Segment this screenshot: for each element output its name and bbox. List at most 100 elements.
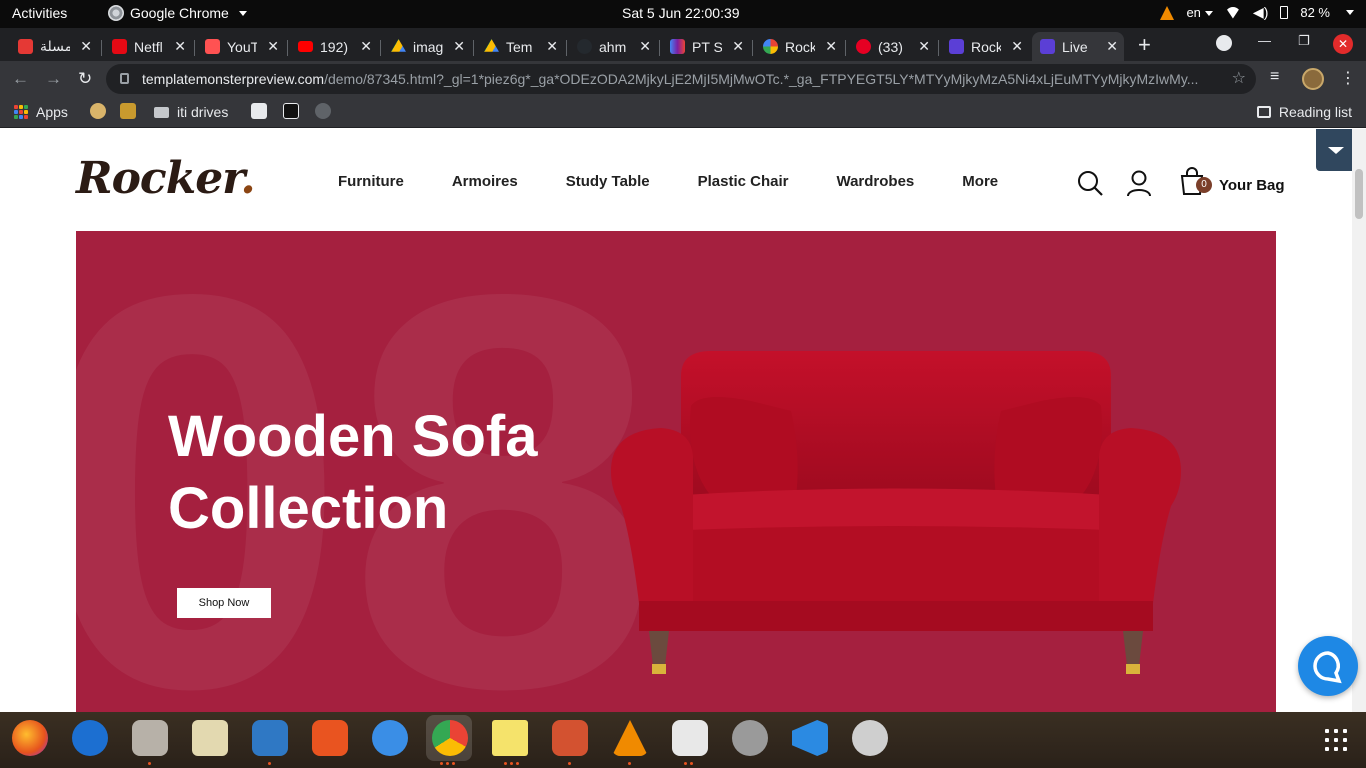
address-bar[interactable]: templatemonsterpreview.com/demo/87345.ht… bbox=[106, 64, 1256, 94]
nav-item-armoires[interactable]: Armoires bbox=[452, 173, 518, 190]
bookmark-icon[interactable] bbox=[120, 103, 136, 119]
browser-tab[interactable]: imag ✕ bbox=[383, 32, 471, 61]
system-tray[interactable]: en ◀) 82 % bbox=[1160, 4, 1354, 21]
codepen-icon[interactable] bbox=[251, 103, 267, 119]
minimize-button[interactable]: — bbox=[1258, 33, 1271, 48]
nav-item-furniture[interactable]: Furniture bbox=[338, 173, 404, 190]
disc-icon[interactable] bbox=[852, 720, 888, 756]
writer-icon[interactable] bbox=[252, 720, 288, 756]
software-icon[interactable] bbox=[312, 720, 348, 756]
nav-item-more[interactable]: More bbox=[962, 173, 998, 190]
close-icon[interactable]: ✕ bbox=[732, 38, 744, 55]
browser-tab[interactable]: Tem ✕ bbox=[476, 32, 564, 61]
logo-text: Rocker bbox=[76, 153, 241, 204]
close-icon[interactable]: ✕ bbox=[639, 38, 651, 55]
template-monster-icon bbox=[949, 39, 964, 54]
settings-icon[interactable] bbox=[732, 720, 768, 756]
tab-title: imag bbox=[413, 38, 443, 55]
language-indicator[interactable]: en bbox=[1186, 5, 1213, 20]
bookmark-iti-drives[interactable]: iti drives bbox=[154, 104, 228, 120]
reading-list-icon bbox=[1256, 106, 1271, 118]
search-icon[interactable] bbox=[1076, 169, 1104, 197]
apps-grid-icon bbox=[14, 105, 28, 119]
your-bag-link[interactable]: Your Bag bbox=[1219, 177, 1285, 194]
shop-now-button[interactable]: Shop Now bbox=[177, 588, 271, 618]
user-icon[interactable] bbox=[1126, 169, 1152, 197]
angular-icon[interactable] bbox=[283, 103, 299, 119]
close-icon[interactable]: ✕ bbox=[825, 38, 837, 55]
browser-tab[interactable]: PT S ✕ bbox=[662, 32, 750, 61]
vlc-icon[interactable] bbox=[612, 720, 648, 756]
rhythmbox-icon[interactable] bbox=[192, 720, 228, 756]
bookmark-icon[interactable] bbox=[90, 103, 106, 119]
notes-icon[interactable] bbox=[492, 720, 528, 756]
forward-arrow-icon[interactable]: → bbox=[45, 69, 62, 89]
close-icon[interactable]: ✕ bbox=[267, 38, 279, 55]
chevron-down-icon bbox=[1204, 11, 1213, 17]
back-arrow-icon[interactable]: ← bbox=[12, 69, 29, 89]
tab-title: Rock bbox=[785, 38, 815, 55]
github-icon[interactable] bbox=[315, 103, 331, 119]
chrome-icon[interactable] bbox=[432, 720, 468, 756]
impress-icon[interactable] bbox=[552, 720, 588, 756]
chevron-down-icon[interactable] bbox=[1346, 10, 1354, 15]
reading-list-button[interactable]: Reading list bbox=[1256, 104, 1352, 120]
firefox-icon[interactable] bbox=[12, 720, 48, 756]
help-icon[interactable] bbox=[372, 720, 408, 756]
bookmark-apps[interactable]: Apps bbox=[14, 104, 68, 120]
close-icon[interactable]: ✕ bbox=[1011, 38, 1023, 55]
activities-button[interactable]: Activities bbox=[12, 5, 67, 21]
close-window-button[interactable]: ✕ bbox=[1333, 34, 1353, 54]
document-viewer-icon[interactable] bbox=[672, 720, 708, 756]
vscode-icon[interactable] bbox=[792, 720, 828, 756]
scrollbar-thumb[interactable] bbox=[1355, 169, 1363, 219]
profile-avatar[interactable] bbox=[1302, 68, 1324, 90]
vlc-tray-icon[interactable] bbox=[1160, 5, 1175, 20]
browser-tab[interactable]: مسلة ✕ bbox=[10, 32, 98, 61]
show-applications-icon[interactable] bbox=[1325, 729, 1347, 751]
page-scrollbar[interactable] bbox=[1352, 129, 1366, 712]
web-page: Rocker. Furniture Armoires Study Table P… bbox=[0, 129, 1352, 712]
media-control-icon[interactable]: ≡ bbox=[1270, 68, 1279, 86]
app-menu[interactable]: Google Chrome bbox=[108, 5, 247, 21]
tab-title: (33) bbox=[878, 38, 903, 55]
thunderbird-icon[interactable] bbox=[72, 720, 108, 756]
tab-title: Rock bbox=[971, 38, 1001, 55]
tab-search-icon[interactable] bbox=[1216, 35, 1232, 51]
google-drive-icon bbox=[484, 39, 499, 52]
nav-item-study-table[interactable]: Study Table bbox=[566, 173, 650, 190]
maximize-button[interactable]: ❐ bbox=[1298, 33, 1310, 49]
close-icon[interactable]: ✕ bbox=[546, 38, 558, 55]
ubuntu-dock bbox=[0, 712, 1366, 768]
close-icon[interactable]: ✕ bbox=[360, 38, 372, 55]
browser-tab-active[interactable]: Live ✕ bbox=[1032, 32, 1124, 61]
reload-icon[interactable]: ↻ bbox=[78, 69, 92, 89]
youtube-icon bbox=[298, 41, 313, 52]
chat-bubble-button[interactable] bbox=[1298, 636, 1358, 696]
browser-tab[interactable]: (33) ✕ bbox=[848, 32, 936, 61]
browser-tab[interactable]: ahm ✕ bbox=[569, 32, 657, 61]
close-icon[interactable]: ✕ bbox=[453, 38, 465, 55]
menu-kebab-icon[interactable]: ⋮ bbox=[1340, 68, 1356, 88]
close-icon[interactable]: ✕ bbox=[918, 38, 930, 55]
clock[interactable]: Sat 5 Jun 22:00:39 bbox=[622, 5, 740, 21]
bookmark-label: iti drives bbox=[177, 104, 229, 120]
browser-tab[interactable]: Rock ✕ bbox=[755, 32, 843, 61]
nav-item-wardrobes[interactable]: Wardrobes bbox=[836, 173, 914, 190]
site-logo[interactable]: Rocker. bbox=[76, 153, 256, 204]
tab-title: ahm bbox=[599, 38, 627, 55]
browser-tab[interactable]: 192) ✕ bbox=[290, 32, 378, 61]
browser-tab[interactable]: YouT ✕ bbox=[197, 32, 285, 61]
close-icon[interactable]: ✕ bbox=[80, 38, 92, 55]
demo-dropdown-toggle[interactable] bbox=[1316, 129, 1352, 171]
files-icon[interactable] bbox=[132, 720, 168, 756]
close-icon[interactable]: ✕ bbox=[1106, 38, 1118, 55]
browser-tab[interactable]: Rock ✕ bbox=[941, 32, 1029, 61]
pt-icon bbox=[670, 39, 685, 54]
close-icon[interactable]: ✕ bbox=[174, 38, 186, 55]
nav-item-plastic-chair[interactable]: Plastic Chair bbox=[698, 173, 789, 190]
browser-tab[interactable]: Netfl ✕ bbox=[104, 32, 192, 61]
bookmark-star-icon[interactable]: ☆ bbox=[1232, 64, 1246, 94]
app-menu-label: Google Chrome bbox=[130, 5, 229, 21]
new-tab-button[interactable]: + bbox=[1138, 32, 1151, 58]
